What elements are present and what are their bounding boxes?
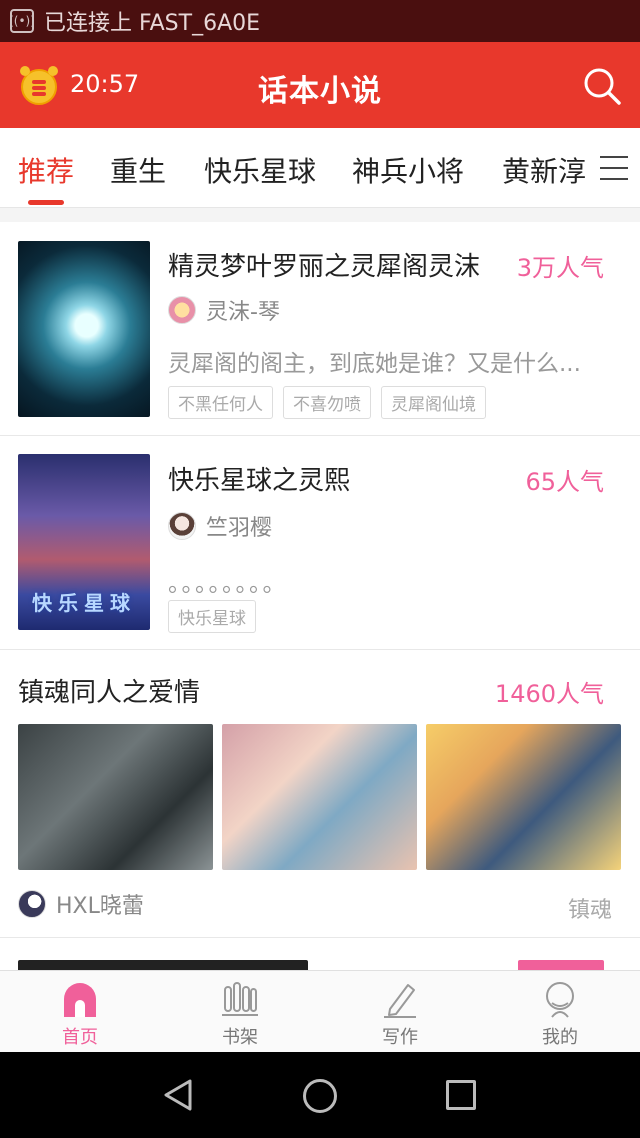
- featured-image[interactable]: [222, 724, 417, 870]
- next-item-peek: [0, 938, 640, 970]
- nav-home[interactable]: 首页: [0, 971, 160, 1052]
- tag[interactable]: 不喜勿喷: [283, 386, 371, 419]
- book-item[interactable]: 精灵梦叶罗丽之灵犀阁灵沫 3万人气 灵沫-琴 灵犀阁的阁主，到底她是谁？又是什么…: [0, 222, 640, 436]
- featured-author[interactable]: HXL晓蕾: [18, 888, 144, 920]
- book-tags: 不黑任何人 不喜勿喷 灵犀阁仙境: [168, 386, 486, 419]
- book-description: 灵犀阁的阁主，到底她是谁？又是什么...: [168, 351, 581, 377]
- tab-divine-soldier[interactable]: 神兵小将: [352, 150, 464, 190]
- app-title: 话本小说: [258, 74, 382, 109]
- tag[interactable]: 灵犀阁仙境: [381, 386, 486, 419]
- book-author[interactable]: 竺羽樱: [168, 510, 272, 542]
- book-cover[interactable]: 快乐星球: [18, 454, 150, 630]
- book-item[interactable]: 快乐星球 快乐星球之灵熙 65人气 竺羽樱 。。。。。。。。 快乐星球: [0, 436, 640, 650]
- book-popularity: 65人气: [525, 468, 604, 496]
- back-icon[interactable]: [162, 1078, 194, 1112]
- book-title[interactable]: 精灵梦叶罗丽之灵犀阁灵沫: [168, 246, 480, 283]
- tab-happy-planet[interactable]: 快乐星球: [204, 150, 316, 190]
- wifi-status-text: 已连接上 FAST_6A0E: [44, 11, 261, 36]
- featured-post[interactable]: 镇魂同人之爱情 1460人气 HXL晓蕾 镇魂: [0, 650, 640, 938]
- avatar: [168, 512, 196, 540]
- featured-category[interactable]: 镇魂: [568, 892, 612, 924]
- tag[interactable]: 不黑任何人: [168, 386, 273, 419]
- featured-image[interactable]: [426, 724, 621, 870]
- search-icon[interactable]: [582, 66, 622, 106]
- avatar: [168, 296, 196, 324]
- avatar: [18, 890, 46, 918]
- tab-rebirth[interactable]: 重生: [110, 150, 166, 190]
- featured-images: [18, 724, 621, 870]
- nav-label: 书架: [222, 1027, 258, 1048]
- cover-title-art: 快乐星球: [32, 591, 136, 615]
- book-author[interactable]: 灵沫-琴: [168, 294, 280, 326]
- nav-label: 写作: [382, 1027, 418, 1048]
- home-button-icon[interactable]: [303, 1079, 337, 1113]
- book-title[interactable]: 快乐星球之灵熙: [168, 460, 350, 497]
- nav-bookshelf[interactable]: 书架: [160, 971, 320, 1052]
- tab-recommend[interactable]: 推荐: [18, 150, 74, 190]
- author-name: HXL晓蕾: [56, 894, 144, 919]
- author-name: 竺羽樱: [206, 516, 273, 541]
- book-description: 。。。。。。。。: [168, 571, 288, 597]
- nav-label: 首页: [62, 1027, 98, 1048]
- author-name: 灵沫-琴: [206, 300, 280, 325]
- menu-icon[interactable]: [600, 156, 628, 180]
- recent-apps-icon[interactable]: [446, 1080, 476, 1110]
- nav-write[interactable]: 写作: [320, 971, 480, 1052]
- active-tab-indicator: [28, 200, 64, 205]
- bottom-nav: 首页 书架 写作 我的: [0, 970, 640, 1052]
- tab-huang-xinchun[interactable]: 黄新淳: [502, 150, 586, 190]
- home-icon: [64, 983, 96, 1017]
- tag[interactable]: 快乐星球: [168, 600, 256, 633]
- divider: [0, 208, 640, 222]
- featured-image[interactable]: [18, 724, 213, 870]
- pencil-icon: [384, 984, 416, 1018]
- status-bar: ((•)) 已连接上 FAST_6A0E: [0, 0, 640, 42]
- profile-icon: [546, 982, 574, 1018]
- nav-label: 我的: [542, 1027, 578, 1048]
- system-nav-bar: [0, 1052, 640, 1138]
- book-popularity: 3万人气: [516, 254, 604, 282]
- book-cover[interactable]: [18, 241, 150, 417]
- category-tabs: 推荐 重生 快乐星球 神兵小将 黄新淳: [0, 128, 640, 208]
- book-tags: 快乐星球: [168, 600, 256, 633]
- bookshelf-icon: [222, 982, 258, 1016]
- app-bar: 20:57 话本小说: [0, 42, 640, 128]
- featured-popularity: 1460人气: [494, 680, 604, 708]
- nav-profile[interactable]: 我的: [480, 971, 640, 1052]
- wifi-icon: ((•)): [9, 9, 35, 33]
- featured-title[interactable]: 镇魂同人之爱情: [18, 672, 200, 709]
